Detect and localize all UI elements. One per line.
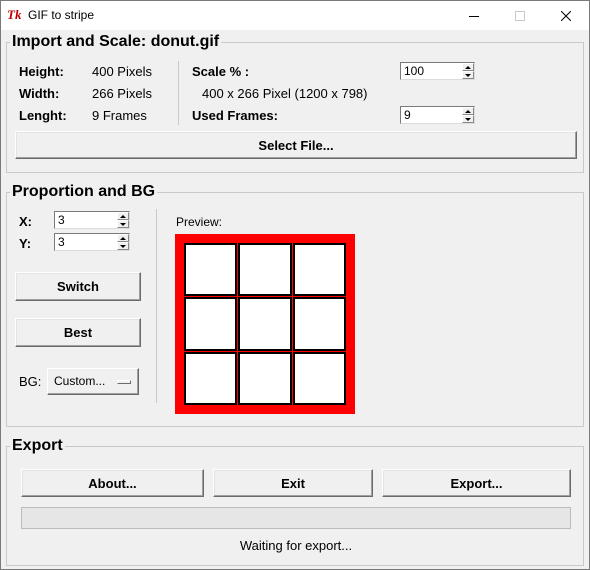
arrow-down-icon: [465, 117, 471, 121]
title-bar: Tk GIF to stripe: [1, 1, 589, 30]
bg-dropdown-value: Custom...: [54, 374, 106, 388]
used-frames-decrement-button[interactable]: [462, 115, 474, 123]
preview-cell: [238, 297, 292, 351]
switch-button[interactable]: Switch: [15, 272, 141, 301]
arrow-down-icon: [120, 222, 126, 226]
preview-cell: [292, 297, 346, 351]
y-decrement-button[interactable]: [117, 242, 129, 250]
used-frames-increment-button[interactable]: [462, 107, 474, 115]
x-increment-button[interactable]: [117, 212, 129, 220]
x-input[interactable]: [56, 212, 116, 228]
best-button[interactable]: Best: [15, 318, 141, 347]
preview-cell: [184, 351, 238, 405]
width-label: Width:: [19, 86, 60, 101]
y-input[interactable]: [56, 234, 116, 250]
preview-cell: [292, 351, 346, 405]
height-label: Height:: [19, 64, 64, 79]
dropdown-indicator-icon: [117, 380, 131, 384]
maximize-button: [497, 1, 543, 30]
scale-decrement-button[interactable]: [462, 71, 474, 79]
import-group-title: Import and Scale: donut.gif: [10, 33, 222, 51]
scale-increment-button[interactable]: [462, 63, 474, 71]
close-button[interactable]: [543, 1, 589, 30]
bg-dropdown[interactable]: Custom...: [47, 368, 139, 395]
import-separator: [178, 61, 179, 125]
preview-cell: [184, 243, 238, 297]
y-increment-button[interactable]: [117, 234, 129, 242]
used-frames-input[interactable]: [402, 107, 460, 123]
minimize-button[interactable]: [451, 1, 497, 30]
preview-cell: [292, 243, 346, 297]
height-value: 400 Pixels: [92, 64, 152, 79]
window-title: GIF to stripe: [28, 8, 95, 22]
preview-cell: [238, 243, 292, 297]
arrow-down-icon: [465, 73, 471, 77]
close-icon: [561, 10, 571, 21]
status-text: Waiting for export...: [239, 538, 353, 553]
exit-button[interactable]: Exit: [213, 469, 373, 497]
export-group-title: Export: [10, 437, 65, 455]
bg-label: BG:: [19, 374, 42, 389]
used-frames-label: Used Frames:: [192, 108, 278, 123]
length-value: 9 Frames: [92, 108, 147, 123]
arrow-down-icon: [120, 244, 126, 248]
tk-feather-icon: Tk: [7, 7, 22, 22]
length-label: Lenght:: [19, 108, 67, 123]
arrow-up-icon: [120, 236, 126, 240]
preview-cell: [184, 297, 238, 351]
proportion-separator: [156, 209, 157, 403]
y-label: Y:: [19, 236, 32, 251]
select-file-button[interactable]: Select File...: [15, 131, 577, 159]
maximize-icon: [515, 10, 525, 21]
arrow-up-icon: [465, 109, 471, 113]
preview-label: Preview:: [176, 215, 223, 229]
y-spinbox[interactable]: [54, 233, 130, 251]
used-frames-spinbox[interactable]: [400, 106, 475, 124]
export-button[interactable]: Export...: [382, 469, 571, 497]
about-button[interactable]: About...: [21, 469, 204, 497]
export-progress-bar: [21, 507, 571, 529]
app-window: Tk GIF to stripe Import and Scale: donut…: [0, 0, 590, 570]
preview-canvas: [175, 234, 355, 414]
width-value: 266 Pixels: [92, 86, 152, 101]
x-spinbox[interactable]: [54, 211, 130, 229]
arrow-up-icon: [120, 214, 126, 218]
x-label: X:: [19, 214, 32, 229]
preview-cell: [238, 351, 292, 405]
scaled-size-text: 400 x 266 Pixel (1200 x 798): [202, 86, 368, 101]
proportion-group-title: Proportion and BG: [10, 183, 158, 201]
scale-label: Scale % :: [192, 64, 250, 79]
arrow-up-icon: [465, 65, 471, 69]
x-decrement-button[interactable]: [117, 220, 129, 228]
minimize-icon: [469, 15, 479, 17]
scale-spinbox[interactable]: [400, 62, 475, 80]
scale-input[interactable]: [402, 63, 460, 79]
